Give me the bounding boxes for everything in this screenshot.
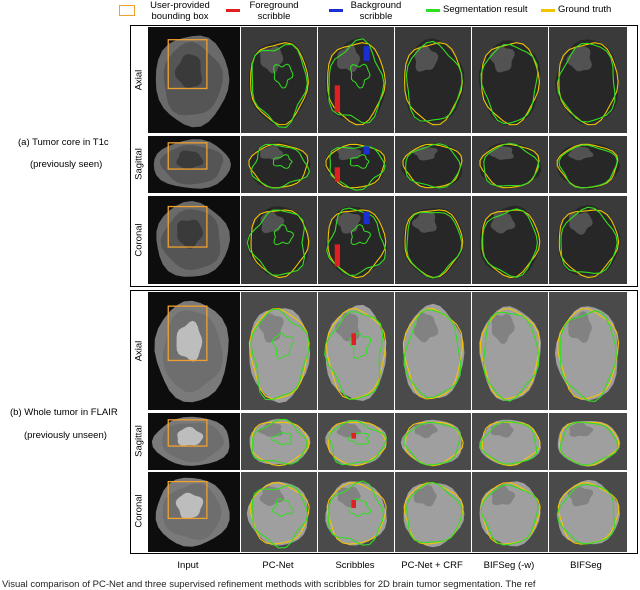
image-scribbles-flair-axial [318,292,394,410]
image-bifseg-flair-axial [549,292,627,410]
column-label-scribbles: Scribbles [335,560,375,571]
column-label-bifseg-w: BIFSeg (-w) [483,560,535,571]
image-input-flair-axial [148,292,240,410]
image-bifseg-w-flair-axial [472,292,548,410]
image-bifseg-t1c-sagittal [549,136,627,193]
bbox-legend-label: User-provided bounding box [150,0,210,22]
image-input-t1c-coronal [148,196,240,284]
image-pc-net-flair-axial [241,292,317,410]
image-scribbles-flair-coronal [318,472,394,552]
image-pc-net-crf-flair-axial [395,292,471,410]
image-pc-net-flair-sagittal [241,413,317,470]
image-pc-net-crf-t1c-axial [395,27,471,133]
image-input-t1c-axial [148,27,240,133]
row-label-a-coronal: Coronal [133,223,145,257]
foreground-legend-label: Foreground scribble [249,0,299,22]
image-scribbles-flair-sagittal [318,413,394,470]
group-a-title: (a) Tumor core in T1c [18,137,109,148]
group-b-title: (b) Whole tumor in FLAIR [10,407,118,418]
figure-caption: Visual comparison of PC-Net and three su… [2,579,536,590]
image-bifseg-w-t1c-coronal [472,196,548,284]
segmentation-legend-swatch [426,9,440,12]
image-bifseg-w-t1c-axial [472,27,548,133]
image-pc-net-crf-flair-sagittal [395,413,471,470]
bbox-legend-swatch [119,5,135,16]
image-bifseg-flair-sagittal [549,413,627,470]
image-scribbles-t1c-coronal [318,196,394,284]
image-input-t1c-sagittal [148,136,240,193]
column-label-input: Input [177,560,199,571]
image-bifseg-w-flair-coronal [472,472,548,552]
image-pc-net-crf-flair-coronal [395,472,471,552]
image-bifseg-t1c-axial [549,27,627,133]
image-pc-net-flair-coronal [241,472,317,552]
group-b-subtitle: (previously unseen) [24,430,107,441]
column-label-pc-net: PC-Net [262,560,294,571]
row-label-a-sagittal: Sagittal [133,148,145,180]
image-pc-net-t1c-sagittal [241,136,317,193]
segmentation-legend-label: Segmentation result [443,4,528,15]
image-scribbles-t1c-axial [318,27,394,133]
image-pc-net-crf-t1c-coronal [395,196,471,284]
ground-truth-legend-swatch [541,9,555,12]
group-a-subtitle: (previously seen) [30,159,103,170]
image-bifseg-t1c-coronal [549,196,627,284]
image-pc-net-t1c-axial [241,27,317,133]
row-label-b-coronal: Coronal [133,494,145,528]
row-label-b-sagittal: Sagittal [133,425,145,457]
image-pc-net-crf-t1c-sagittal [395,136,471,193]
row-label-a-axial: Axial [133,69,145,91]
row-label-b-axial: Axial [133,340,145,362]
background-legend-label: Background scribble [350,0,402,22]
image-bifseg-w-t1c-sagittal [472,136,548,193]
ground-truth-legend-label: Ground truth [558,4,612,15]
image-input-flair-coronal [148,472,240,552]
column-label-pc-net-crf: PC-Net + CRF [401,560,463,571]
image-pc-net-t1c-coronal [241,196,317,284]
image-bifseg-w-flair-sagittal [472,413,548,470]
image-input-flair-sagittal [148,413,240,470]
column-label-bifseg: BIFSeg [570,560,602,571]
image-bifseg-flair-coronal [549,472,627,552]
image-scribbles-t1c-sagittal [318,136,394,193]
